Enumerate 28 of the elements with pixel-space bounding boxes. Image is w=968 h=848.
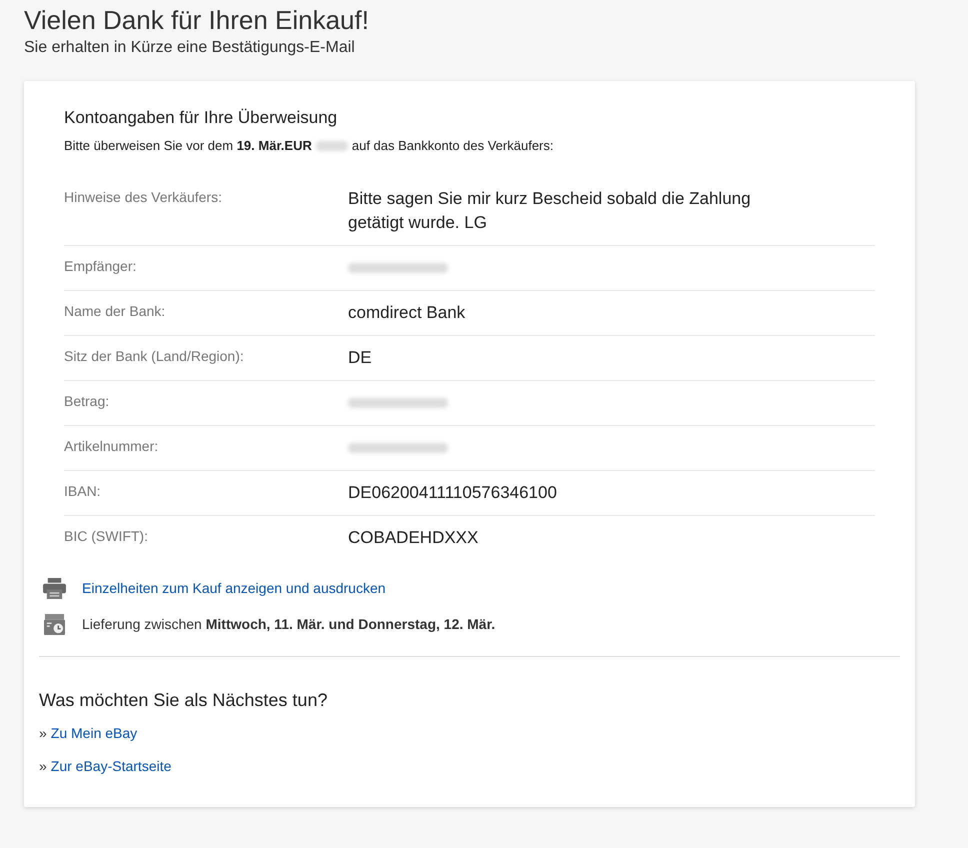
field-label: Sitz der Bank (Land/Region): [64, 347, 245, 366]
bullet-mark: » [39, 757, 47, 776]
printer-icon [43, 578, 66, 598]
nav-link[interactable]: Zu Mein eBay [50, 723, 138, 744]
field-label: Betrag: [64, 392, 110, 411]
purchase-details-link[interactable]: Einzelheiten zum Kauf anzeigen und ausdrucken [82, 578, 386, 598]
bullet-mark: » [39, 724, 47, 743]
field-value: comdirect Bank [348, 302, 466, 324]
nav-link[interactable]: Zur eBay-Startseite [50, 756, 172, 777]
field-label: Name der Bank: [64, 302, 166, 321]
instruction-text: Bitte überweisen Sie vor dem 19. Mär.EUR [64, 137, 312, 155]
delivery-text: Lieferung zwischen Mittwoch, 11. Mär. und Donnerstag, 12. Mär. [82, 614, 496, 634]
redacted-mark [316, 141, 348, 151]
field-label: IBAN: [64, 482, 102, 501]
field-value: COBADEHDXXX [348, 527, 480, 549]
field-value: DE [348, 347, 373, 369]
page-title: Vielen Dank für Ihren Einkauf! [24, 4, 370, 36]
field-label: BIC (SWIFT): [64, 527, 149, 546]
page-subtitle: Sie erhalten in Kürze eine Bestätigungs-E-Mail [24, 38, 356, 58]
instruction-text: auf das Bankkonto des Verkäufers: [352, 137, 554, 155]
field-value: Bitte sagen Sie mir kurz Bescheid sobald die Zahlung getätigt wurde. LG [348, 188, 752, 234]
section-heading: Was möchten Sie als Nächstes tun? [39, 689, 328, 711]
box-clock-icon [43, 614, 66, 634]
field-label: Empfänger: [64, 257, 138, 276]
section-heading: Kontoangaben für Ihre Überweisung [64, 107, 338, 129]
field-label: Hinweise des Verkäufers: [64, 188, 223, 207]
field-value: DE06200411110576346100 [348, 482, 558, 504]
field-label: Artikelnummer: [64, 437, 160, 456]
